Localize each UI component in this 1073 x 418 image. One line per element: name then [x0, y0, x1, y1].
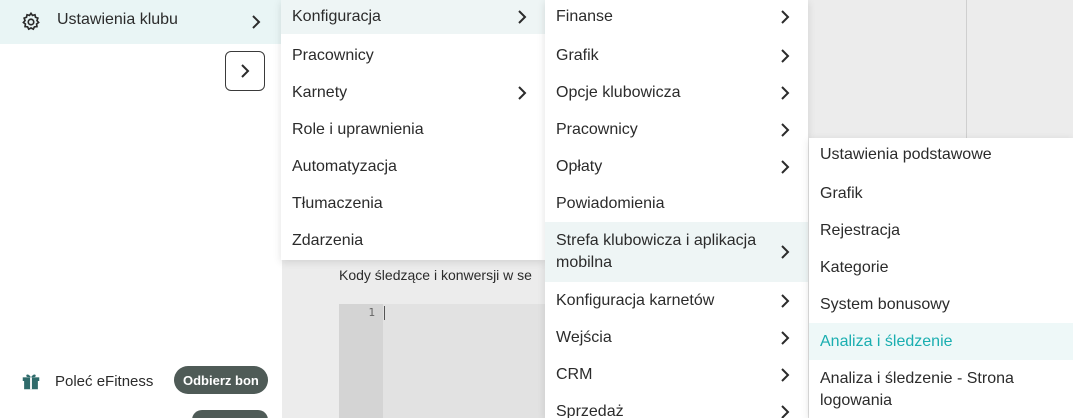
menu-item-label: Powiadomienia [556, 194, 665, 212]
menu-item-crm[interactable]: CRM [545, 356, 808, 393]
menu-item-analiza-i-sledzenie[interactable]: Analiza i śledzenie [809, 323, 1073, 360]
menu-item-grafik[interactable]: Grafik [545, 37, 808, 74]
menu-item-konfiguracja-karnetow[interactable]: Konfiguracja karnetów [545, 282, 808, 319]
menu-item-sprzedaz[interactable]: Sprzedaż [545, 393, 808, 418]
divider [966, 0, 967, 138]
menu-item-label: Wejścia [556, 328, 612, 346]
chevron-right-icon [518, 10, 527, 24]
menu-item-rejestracja[interactable]: Rejestracja [809, 212, 1073, 249]
chevron-right-icon [518, 85, 527, 100]
menu-item-ustawienia-podstawowe[interactable]: Ustawienia podstawowe [809, 138, 1073, 172]
menu-item-grafik[interactable]: Grafik [809, 175, 1073, 212]
menu-item-role-i-uprawnienia[interactable]: Role i uprawnienia [281, 111, 545, 148]
chevron-right-icon [781, 159, 790, 174]
menu-item-analiza-i-sledzenie-strona-logowania[interactable]: Analiza i śledzenie - Strona logowania [809, 360, 1073, 418]
gear-icon [22, 11, 40, 31]
menu-item-label: Tłumaczenia [292, 194, 383, 212]
line-number: 1 [368, 306, 375, 319]
menu-item-strefa-klubowicza-i-aplikacja-mobilna[interactable]: Strefa klubowicza i aplikacja mobilna [545, 222, 808, 282]
menu-item-label: Ustawienia podstawowe [820, 146, 992, 163]
chevron-right-icon [781, 48, 790, 63]
chevron-right-icon [781, 293, 790, 308]
menu-item-konfiguracja[interactable]: Konfiguracja [281, 0, 545, 34]
menu-item-label: Analiza i śledzenie - Strona logowania [820, 370, 1014, 409]
menu-item-pracownicy[interactable]: Pracownicy [281, 37, 545, 74]
tracking-codes-label: Kody śledzące i konwersji w se [339, 267, 532, 283]
menu-item-label: Kategorie [820, 258, 889, 276]
menu-item-kategorie[interactable]: Kategorie [809, 249, 1073, 286]
menu-item-label: Automatyzacja [292, 157, 397, 175]
menu-item-opcje-klubowicza[interactable]: Opcje klubowicza [545, 74, 808, 111]
settings-menu: Konfiguracja Pracownicy Karnety Role i upra… [281, 0, 545, 260]
chevron-right-icon [781, 245, 790, 259]
chevron-right-icon [252, 15, 261, 29]
editor-cursor [384, 306, 385, 320]
sidebar-pill[interactable] [192, 410, 268, 418]
menu-item-label: Rejestracja [820, 221, 901, 239]
chevron-right-icon [781, 330, 790, 345]
sidebar-item-club-settings[interactable]: Ustawienia klubu [0, 0, 282, 44]
menu-item-label: CRM [556, 365, 593, 383]
menu-item-label: Strefa klubowicza i aplikacja mobilna [556, 232, 757, 271]
menu-item-label: Sprzedaż [556, 402, 624, 418]
menu-item-label: System bonusowy [820, 295, 950, 313]
menu-item-label: Grafik [556, 46, 599, 64]
chevron-right-icon [781, 404, 790, 418]
menu-item-finanse[interactable]: Finanse [545, 0, 808, 34]
gift-icon [22, 374, 40, 390]
expand-sidebar-button[interactable] [225, 51, 265, 91]
menu-item-wejscia[interactable]: Wejścia [545, 319, 808, 356]
menu-item-label: Pracownicy [292, 46, 374, 64]
configuration-submenu: Finanse Grafik Opcje klubowicza Pracownicy O… [545, 0, 808, 418]
menu-item-karnety[interactable]: Karnety [281, 74, 545, 111]
menu-item-oplaty[interactable]: Opłaty [545, 148, 808, 185]
chevron-right-icon [781, 367, 790, 382]
sidebar: Ustawienia klubu Poleć eFitness Odbierz … [0, 0, 282, 418]
menu-item-zdarzenia[interactable]: Zdarzenia [281, 222, 545, 260]
menu-item-label: Role i uprawnienia [292, 120, 424, 138]
club-zone-submenu: Ustawienia podstawowe Grafik Rejestracja Ka… [809, 138, 1073, 418]
claim-voucher-button[interactable]: Odbierz bon [174, 366, 268, 394]
menu-item-tlumaczenia[interactable]: Tłumaczenia [281, 185, 545, 222]
menu-item-label: Konfiguracja karnetów [556, 291, 715, 309]
menu-item-automatyzacja[interactable]: Automatyzacja [281, 148, 545, 185]
refer-label: Poleć eFitness [55, 372, 154, 390]
editor-gutter: 1 [339, 304, 383, 418]
menu-item-label: Opłaty [556, 157, 603, 175]
menu-item-label: Grafik [820, 184, 863, 202]
chevron-right-icon [241, 64, 250, 78]
chevron-right-icon [781, 10, 790, 24]
menu-item-system-bonusowy[interactable]: System bonusowy [809, 286, 1073, 323]
menu-item-label: Zdarzenia [292, 232, 364, 249]
code-editor[interactable]: 1 [339, 304, 545, 418]
menu-item-label: Pracownicy [556, 120, 638, 138]
menu-item-label: Opcje klubowicza [556, 83, 681, 101]
chevron-right-icon [781, 85, 790, 100]
menu-item-label: Analiza i śledzenie [820, 332, 953, 350]
main-content-top [808, 0, 1073, 138]
sidebar-item-label: Ustawienia klubu [57, 11, 178, 28]
refer-efitness[interactable]: Poleć eFitness Odbierz bon [20, 366, 268, 396]
menu-item-pracownicy[interactable]: Pracownicy [545, 111, 808, 148]
menu-item-powiadomienia[interactable]: Powiadomienia [545, 185, 808, 222]
menu-item-label: Karnety [292, 83, 348, 101]
menu-item-label: Konfiguracja [292, 8, 381, 25]
chevron-right-icon [781, 122, 790, 137]
menu-item-label: Finanse [556, 8, 613, 25]
